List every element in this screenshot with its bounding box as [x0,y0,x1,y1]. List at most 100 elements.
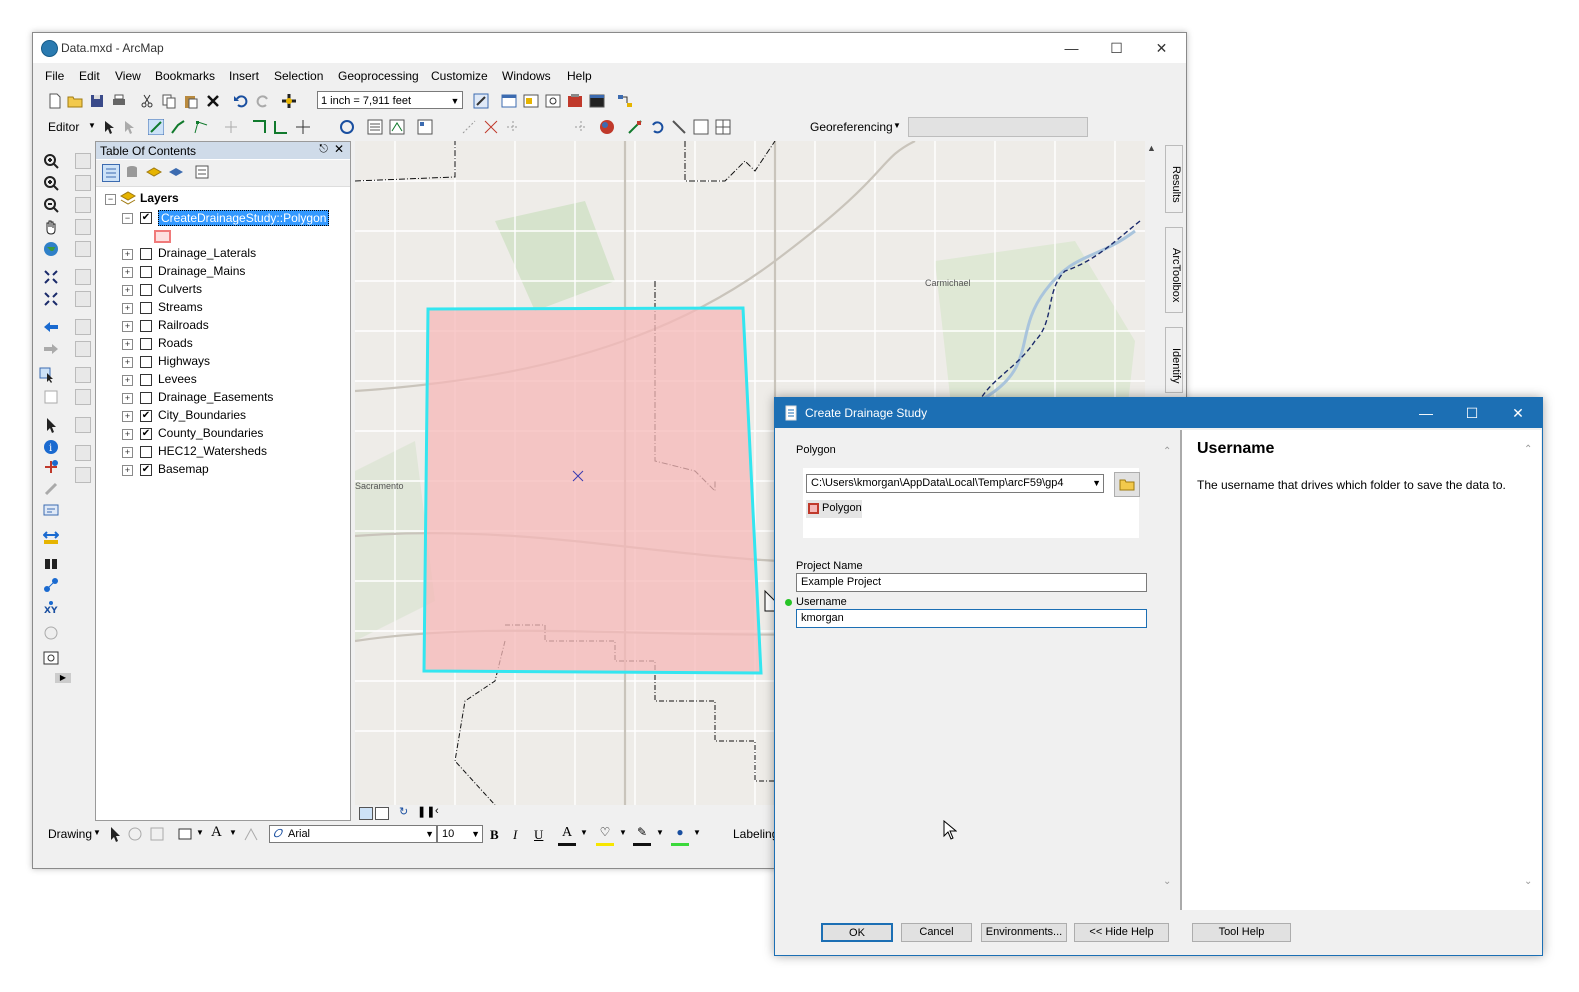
menu-insert[interactable]: Insert [229,69,259,83]
layer-visibility-checkbox[interactable] [140,338,152,350]
layer-name[interactable]: Drainage_Easements [158,390,273,404]
layer-visibility-checkbox[interactable] [140,374,152,386]
modelbuilder-icon[interactable] [617,93,633,109]
edit-annotation-icon[interactable] [121,119,137,135]
layer-name[interactable]: Basemap [158,462,209,476]
hyperlink-icon[interactable] [43,459,59,475]
layer-name[interactable]: Levees [158,372,197,386]
close-button[interactable]: ✕ [1139,33,1184,63]
undo-icon[interactable] [233,93,249,109]
identify-tab[interactable]: Identify [1165,327,1183,393]
save-icon[interactable] [89,93,105,109]
browse-folder-button[interactable] [1114,472,1140,497]
cancel-button[interactable]: Cancel [901,923,972,942]
layer-visibility-checkbox[interactable] [140,392,152,404]
straight-segment-icon[interactable] [148,119,164,135]
new-document-icon[interactable] [47,93,63,109]
find-route-icon[interactable] [43,577,59,593]
expand-layer-toggle[interactable]: + [122,249,133,260]
scroll-left-icon[interactable]: ‹ [435,805,439,817]
list-by-selection-icon[interactable] [168,164,184,180]
georeferencing-menu[interactable]: Georeferencing [810,120,893,134]
italic-button[interactable]: I [513,827,517,843]
polygon-feature-item[interactable]: Polygon [806,500,862,518]
arctoolbox-icon[interactable] [567,93,583,109]
pan-hand-icon[interactable] [43,219,59,235]
drawing-menu[interactable]: Drawing [48,827,92,841]
create-features-icon[interactable] [417,119,433,135]
menu-customize[interactable]: Customize [431,69,488,83]
layer-name[interactable]: County_Boundaries [158,426,263,440]
reshape-icon[interactable] [251,119,267,135]
scroll-down-icon[interactable]: ⌄ [1524,876,1532,887]
project-name-input[interactable]: Example Project [796,573,1147,592]
font-name-combobox[interactable]: Arial 𝑂 ▼ [269,825,437,843]
expand-layer-toggle[interactable]: + [122,285,133,296]
split-tool-icon[interactable] [223,119,239,135]
sketch-properties-icon[interactable] [389,119,405,135]
georef-layer-combobox[interactable] [908,117,1088,137]
topology-edit-icon[interactable] [505,119,521,135]
help-cursor-icon[interactable] [339,119,355,135]
georef-shift-icon[interactable] [671,119,687,135]
ok-button[interactable]: OK [821,923,893,942]
select-elements-icon[interactable] [43,417,59,433]
polygon-path-combobox[interactable]: C:\Users\kmorgan\AppData\Local\Temp\arcF… [806,474,1104,493]
measure-icon[interactable] [43,529,59,545]
layers-root-label[interactable]: Layers [140,191,179,205]
map-scale-combobox[interactable]: 1 inch = 7,911 feet ▼ [317,91,463,109]
chevron-down-icon[interactable]: ▼ [693,828,701,837]
collapse-layer-toggle[interactable]: − [122,213,133,224]
chevron-down-icon[interactable]: ▼ [196,828,204,837]
georef-rotate-icon[interactable] [649,119,665,135]
rotate-icon[interactable] [295,119,311,135]
menu-geoprocessing[interactable]: Geoprocessing [338,69,419,83]
refresh-icon[interactable]: ↻ [399,805,408,818]
underline-button[interactable]: U [534,827,543,843]
arctoolbox-tab[interactable]: ArcToolbox [1165,227,1183,313]
topology-icon[interactable] [461,119,477,135]
maximize-button[interactable]: ☐ [1094,33,1139,63]
python-window-icon[interactable] [589,93,605,109]
time-slider-icon[interactable] [43,625,59,641]
data-view-icon[interactable] [359,807,373,820]
trace-icon[interactable] [170,119,186,135]
text-tool-icon[interactable]: A [211,824,222,841]
tool-help-button[interactable]: Tool Help [1192,923,1291,942]
georef-fit-icon[interactable] [715,119,731,135]
chevron-down-icon[interactable]: ▼ [580,828,588,837]
delete-icon[interactable] [205,93,221,109]
layer-name[interactable]: Highways [158,354,210,368]
expand-layer-toggle[interactable]: + [122,429,133,440]
layer-visibility-checkbox[interactable] [140,302,152,314]
list-by-drawing-order-icon[interactable] [102,164,120,182]
scroll-up-icon[interactable]: ▲ [1147,143,1156,153]
attributes-icon[interactable] [367,119,383,135]
expand-layer-toggle[interactable]: + [122,339,133,350]
marker-color-icon[interactable]: ● [671,825,689,846]
add-data-icon[interactable] [281,93,297,109]
chevron-down-icon[interactable]: ▼ [1092,475,1101,492]
labeling-menu[interactable]: Labeling [733,827,778,841]
layer-visibility-checkbox[interactable]: ✔ [140,464,152,476]
georef-link-table-icon[interactable] [693,119,709,135]
fixed-zoom-out-icon[interactable] [43,291,59,307]
layer-name[interactable]: Railroads [158,318,209,332]
cut-icon[interactable] [139,93,155,109]
forward-arrow-icon[interactable] [43,341,59,357]
menu-view[interactable]: View [115,69,141,83]
results-tab[interactable]: Results [1165,145,1183,213]
layer-name[interactable]: City_Boundaries [158,408,246,422]
identify-icon[interactable]: i [43,439,59,455]
zoom-out-icon[interactable] [43,197,59,213]
select-features-icon[interactable] [39,367,55,383]
toc-options-icon[interactable] [194,164,210,180]
font-size-combobox[interactable]: 10 ▼ [437,825,483,843]
chevron-down-icon[interactable]: ▼ [425,826,434,842]
chevron-down-icon[interactable]: ▼ [893,121,901,130]
expand-layer-toggle[interactable]: + [122,375,133,386]
chevron-down-icon[interactable]: ▼ [619,828,627,837]
expand-layer-toggle[interactable]: + [122,447,133,458]
hide-help-button[interactable]: << Hide Help [1074,923,1169,942]
create-viewer-icon[interactable] [43,651,59,667]
